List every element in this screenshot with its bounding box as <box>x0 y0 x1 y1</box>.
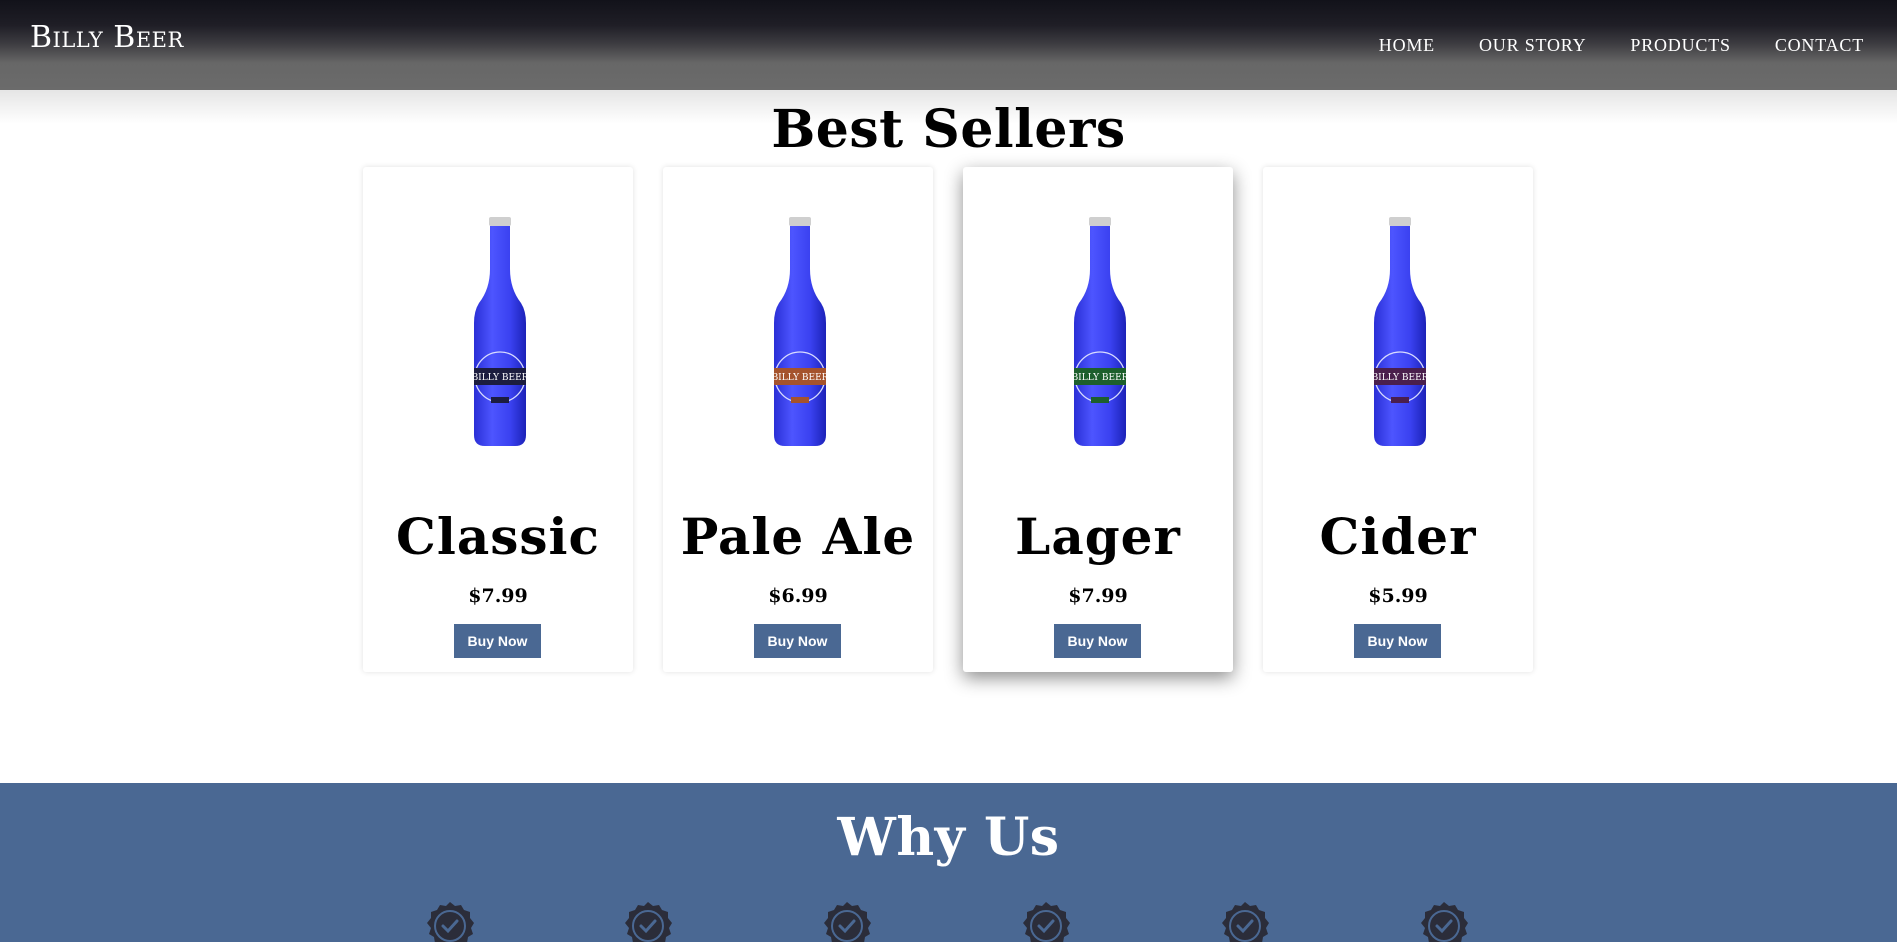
product-price: $7.99 <box>468 585 528 607</box>
product-card-classic[interactable]: BILLY BEER Classic $7.99 Buy Now <box>363 167 633 672</box>
brand-logo[interactable]: Billy Beer <box>30 20 184 56</box>
why-us-title: Why Us <box>837 807 1060 868</box>
beer-bottle-image: BILLY BEER <box>1073 217 1127 446</box>
product-card-pale-ale[interactable]: BILLY BEER Pale Ale $6.99 Buy Now <box>663 167 933 672</box>
svg-text:BILLY BEER: BILLY BEER <box>1373 373 1427 383</box>
svg-text:BILLY BEER: BILLY BEER <box>473 373 527 383</box>
svg-text:BILLY BEER: BILLY BEER <box>1073 373 1127 383</box>
check-badge-icon <box>1421 902 1468 942</box>
beer-bottle-image: BILLY BEER <box>473 217 527 446</box>
product-price: $5.99 <box>1368 585 1428 607</box>
check-badge-icon <box>1023 902 1070 942</box>
main-nav: HOME OUR STORY PRODUCTS CONTACT <box>1335 33 1864 57</box>
product-price: $7.99 <box>1068 585 1128 607</box>
product-card-cider[interactable]: BILLY BEER Cider $5.99 Buy Now <box>1263 167 1533 672</box>
product-name: Lager <box>1015 507 1181 566</box>
nav-our-story[interactable]: OUR STORY <box>1479 33 1586 57</box>
check-badge-icon <box>824 902 871 942</box>
buy-now-button[interactable]: Buy Now <box>754 624 841 658</box>
site-header: Billy Beer HOME OUR STORY PRODUCTS CONTA… <box>0 0 1897 90</box>
product-name: Classic <box>396 507 600 566</box>
product-name: Cider <box>1319 507 1477 566</box>
buy-now-button[interactable]: Buy Now <box>1354 624 1441 658</box>
check-badge-icon <box>1222 902 1269 942</box>
check-badge-icon <box>625 902 672 942</box>
beer-bottle-image: BILLY BEER <box>773 217 827 446</box>
beer-bottle-image: BILLY BEER <box>1373 217 1427 446</box>
product-name: Pale Ale <box>680 507 916 566</box>
product-price: $6.99 <box>768 585 828 607</box>
product-card-lager[interactable]: BILLY BEER Lager $7.99 Buy Now <box>963 167 1233 672</box>
check-badge-icon <box>427 902 474 942</box>
buy-now-button[interactable]: Buy Now <box>454 624 541 658</box>
svg-text:BILLY BEER: BILLY BEER <box>773 373 827 383</box>
nav-products[interactable]: PRODUCTS <box>1630 33 1730 57</box>
header-shadow <box>0 90 1897 124</box>
buy-now-button[interactable]: Buy Now <box>1054 624 1141 658</box>
nav-home[interactable]: HOME <box>1379 33 1435 57</box>
nav-contact[interactable]: CONTACT <box>1775 33 1864 57</box>
